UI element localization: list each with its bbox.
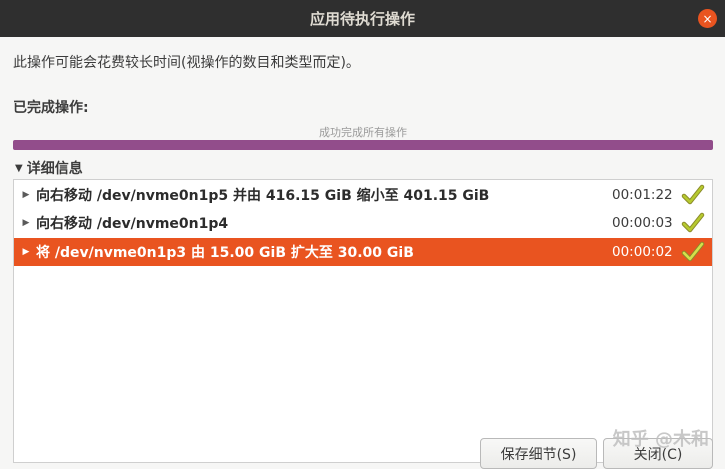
operation-label: 向右移动 /dev/nvme0n1p5 并由 416.15 GiB 缩小至 40… — [36, 188, 490, 204]
list-item[interactable]: ▶ 向右移动 /dev/nvme0n1p4 00:00:03 — [14, 209, 712, 237]
watermark-text: 知乎 @木和 — [612, 429, 709, 450]
check-icon — [681, 241, 705, 262]
operation-time: 00:01:22 — [612, 187, 673, 203]
list-item-selected[interactable]: ▶ 将 /dev/nvme0n1p3 由 15.00 GiB 扩大至 30.00… — [14, 238, 712, 266]
save-details-button[interactable]: 保存细节(S) — [480, 438, 597, 469]
expand-arrow-icon[interactable]: ▶ — [16, 247, 36, 257]
description-text: 此操作可能会花费较长时间(视操作的数目和类型而定)。 — [13, 55, 360, 71]
progress-bar — [13, 140, 713, 150]
check-icon — [681, 184, 705, 205]
expand-arrow-icon[interactable]: ▶ — [16, 218, 36, 228]
check-icon — [681, 212, 705, 233]
operations-list[interactable]: ▶ 向右移动 /dev/nvme0n1p5 并由 416.15 GiB 缩小至 … — [13, 179, 713, 463]
operation-label: 向右移动 /dev/nvme0n1p4 — [36, 216, 229, 232]
expand-arrow-icon[interactable]: ▶ — [16, 190, 36, 200]
completed-operations-label: 已完成操作: — [13, 100, 89, 116]
progress-fill — [13, 140, 713, 150]
dialog-content: 此操作可能会花费较长时间(视操作的数目和类型而定)。 已完成操作: 成功完成所有… — [0, 37, 725, 469]
expander-down-icon: ▼ — [15, 162, 23, 174]
operation-label: 将 /dev/nvme0n1p3 由 15.00 GiB 扩大至 30.00 G… — [36, 245, 414, 261]
operation-time: 00:00:03 — [612, 215, 673, 231]
operation-time: 00:00:02 — [612, 244, 673, 260]
title-bar: 应用待执行操作 × — [0, 0, 725, 37]
window-title: 应用待执行操作 — [309, 10, 415, 28]
details-expander[interactable]: ▼ 详细信息 — [15, 158, 83, 178]
close-icon: × — [702, 11, 713, 26]
details-label: 详细信息 — [26, 161, 83, 177]
progress-status-text: 成功完成所有操作 — [319, 126, 407, 139]
list-item[interactable]: ▶ 向右移动 /dev/nvme0n1p5 并由 416.15 GiB 缩小至 … — [14, 181, 712, 209]
close-window-button[interactable]: × — [698, 9, 717, 28]
